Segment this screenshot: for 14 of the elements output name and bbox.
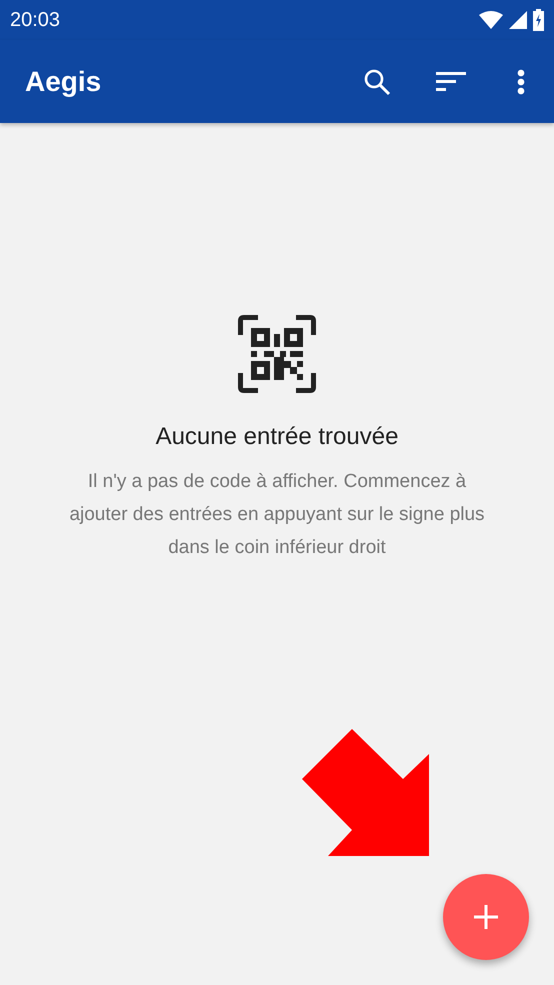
signal-icon xyxy=(509,11,527,29)
add-button[interactable] xyxy=(443,874,529,960)
empty-state-message: Il n'y a pas de code à afficher. Commencez à ajouter des entrées en appuyant sur le signe plus dans le coin inférieur droit xyxy=(68,470,486,560)
more-icon xyxy=(517,68,525,94)
sort-icon xyxy=(436,72,466,92)
qr-code-icon xyxy=(238,315,316,393)
empty-state-title: Aucune entrée trouvée xyxy=(156,423,398,451)
wifi-icon xyxy=(479,11,503,29)
plus-icon xyxy=(474,905,498,929)
arrow-icon xyxy=(302,729,430,857)
app-title: Aegis xyxy=(25,66,102,98)
battery-icon xyxy=(533,9,544,31)
clock: 20:03 xyxy=(10,8,60,32)
search-icon xyxy=(363,68,391,96)
